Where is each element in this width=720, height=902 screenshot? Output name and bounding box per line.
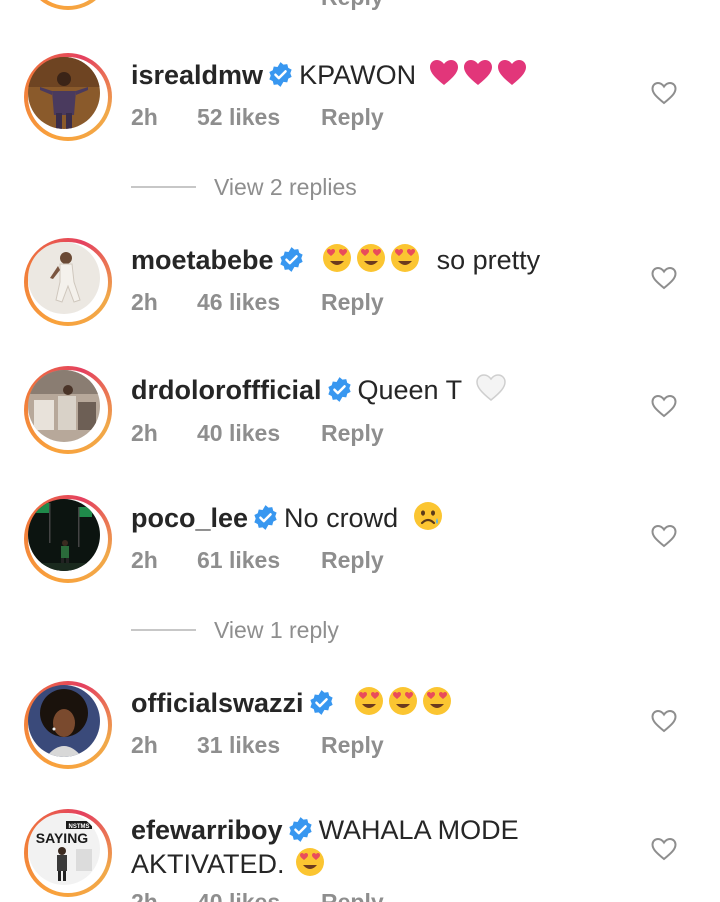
- comment-text: so pretty: [436, 245, 541, 275]
- view-replies-button[interactable]: View 2 replies: [131, 172, 531, 202]
- reply-button[interactable]: Reply: [321, 419, 384, 447]
- white-heart-icon: [476, 374, 506, 401]
- timestamp: 2h: [131, 289, 158, 315]
- view-replies-label: View 2 replies: [214, 174, 357, 200]
- comment-meta: 2h 52 likes Reply: [131, 103, 384, 131]
- reply-button[interactable]: Reply: [321, 546, 384, 574]
- like-count[interactable]: 61 likes: [197, 546, 321, 574]
- comment-meta: 2h 40 likes Reply: [131, 419, 384, 447]
- avatar[interactable]: NSTMS SAYING: [24, 809, 112, 897]
- timestamp: 2h: [131, 889, 158, 902]
- comment-line: efewarriboy WAHALA MODE: [131, 813, 519, 847]
- verified-badge-icon: [269, 62, 292, 87]
- verified-badge-icon: [254, 505, 277, 530]
- pink-heart-icon: [497, 60, 526, 85]
- pink-heart-icon: [463, 60, 492, 85]
- heart-eyes-icon: [355, 687, 384, 715]
- like-heart-icon[interactable]: [651, 266, 677, 290]
- comment-text: Queen T: [357, 375, 462, 405]
- username[interactable]: moetabebe: [131, 245, 274, 275]
- username[interactable]: efewarriboy: [131, 815, 283, 845]
- comment-meta: 2h 40 likes Reply: [131, 888, 384, 902]
- like-heart-icon[interactable]: [651, 394, 677, 418]
- reply-button[interactable]: Reply: [321, 288, 384, 316]
- avatar[interactable]: [24, 238, 112, 326]
- heart-eyes-icon: [389, 687, 418, 715]
- username[interactable]: isrealdmw: [131, 60, 263, 90]
- verified-badge-icon: [309, 690, 333, 715]
- timestamp: 2h: [131, 104, 158, 130]
- view-replies-button[interactable]: View 1 reply: [131, 615, 531, 645]
- username[interactable]: officialswazzi: [131, 688, 304, 718]
- avatar[interactable]: [24, 366, 112, 454]
- comment-text: AKTIVATED.: [131, 849, 285, 879]
- comment-line: isrealdmw KPAWON: [131, 57, 530, 92]
- avatar[interactable]: [24, 0, 112, 10]
- heart-eyes-icon: [391, 244, 420, 272]
- comment-line: moetabebe so pretty: [131, 242, 540, 277]
- like-count[interactable]: 31 likes: [197, 731, 321, 759]
- timestamp: 2h: [131, 732, 158, 758]
- like-heart-icon[interactable]: [651, 709, 677, 733]
- comment-text: No crowd: [284, 503, 399, 533]
- reply-button[interactable]: Reply: [321, 103, 384, 131]
- comment-text: KPAWON: [299, 60, 417, 90]
- comment-meta: 2h 61 likes Reply: [131, 546, 384, 574]
- reply-button[interactable]: Reply: [321, 0, 384, 11]
- avatar[interactable]: [24, 495, 112, 583]
- heart-eyes-icon: [423, 687, 452, 715]
- like-count[interactable]: 40 likes: [197, 888, 321, 902]
- heart-eyes-icon: [357, 244, 386, 272]
- avatar[interactable]: [24, 681, 112, 769]
- divider: [131, 629, 196, 631]
- comment-line: drdoloroffficial Queen T: [131, 372, 509, 407]
- verified-badge-icon: [288, 817, 312, 842]
- reply-button[interactable]: Reply: [321, 888, 384, 902]
- like-heart-icon[interactable]: [651, 837, 677, 861]
- comment-line: poco_lee No crowd: [131, 500, 446, 535]
- like-count[interactable]: 46 likes: [197, 288, 321, 316]
- pink-heart-icon: [429, 60, 458, 85]
- like-count[interactable]: 52 likes: [197, 103, 321, 131]
- like-heart-icon[interactable]: [651, 524, 677, 548]
- heart-eyes-icon: [296, 848, 325, 876]
- comments-screen: Reply isrealdmw KPAWON: [0, 0, 720, 902]
- comment-text: WAHALA MODE: [318, 815, 519, 845]
- comment-line-2: AKTIVATED.: [131, 846, 328, 881]
- view-replies-label: View 1 reply: [214, 617, 339, 643]
- reply-button[interactable]: Reply: [321, 731, 384, 759]
- divider: [131, 186, 196, 188]
- comment-meta: 2h 31 likes Reply: [131, 731, 384, 759]
- like-heart-icon[interactable]: [651, 81, 677, 105]
- verified-badge-icon: [279, 247, 303, 272]
- timestamp: 2h: [131, 547, 158, 573]
- username[interactable]: drdoloroffficial: [131, 375, 322, 405]
- comment-meta: 2h 46 likes Reply: [131, 288, 384, 316]
- avatar[interactable]: [24, 53, 112, 141]
- avatar-text-main: SAYING: [36, 830, 89, 846]
- comment-line: officialswazzi: [131, 685, 455, 720]
- heart-eyes-icon: [323, 244, 352, 272]
- timestamp: 2h: [131, 420, 158, 446]
- frowning-face-icon: [413, 502, 442, 530]
- verified-badge-icon: [327, 377, 351, 402]
- like-count[interactable]: 40 likes: [197, 419, 321, 447]
- username[interactable]: poco_lee: [131, 503, 248, 533]
